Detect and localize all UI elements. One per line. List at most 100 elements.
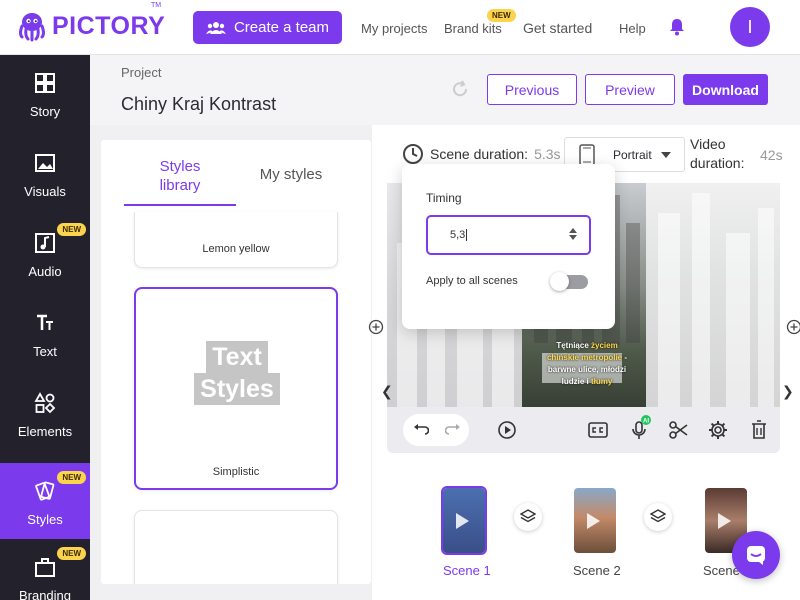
branding-new-badge: NEW (57, 547, 86, 560)
style-card-simplistic[interactable]: Text Styles Simplistic (134, 287, 338, 490)
add-scene-before-icon[interactable] (368, 319, 384, 335)
scene-duration-value: 5.3s (534, 146, 561, 162)
style-card-lemon-yellow[interactable]: Lemon yellow (134, 212, 338, 268)
redo-icon[interactable] (445, 423, 461, 437)
logo-wordmark: PICTORY (52, 11, 166, 40)
team-icon (205, 21, 226, 34)
play-overlay-icon (718, 513, 731, 529)
caption-highlight: tłumy (591, 377, 613, 386)
chat-icon (747, 546, 765, 565)
branding-icon (35, 558, 55, 577)
left-sidebar: Story Visuals NEW Audio Text Elements NE… (0, 55, 90, 600)
add-scene-after-icon[interactable] (786, 319, 800, 335)
visuals-icon (35, 154, 55, 172)
tab-styles-library[interactable]: Styles library (124, 157, 236, 206)
styles-new-badge: NEW (57, 471, 86, 484)
caption-highlight: chińskie metropolie (546, 353, 623, 362)
undo-icon[interactable] (413, 423, 429, 437)
timing-label: Timing (426, 191, 462, 205)
elements-icon (34, 392, 56, 414)
sidebar-label-branding: Branding (18, 588, 72, 600)
download-button[interactable]: Download (683, 74, 768, 105)
create-team-label: Create a team (233, 19, 330, 36)
play-overlay-icon (587, 513, 600, 529)
project-title[interactable]: Chiny Kraj Kontrast (121, 94, 276, 115)
preview-toolbar: AI (387, 407, 780, 453)
nav-my-projects[interactable]: My projects (361, 21, 427, 36)
sidebar-item-story[interactable]: Story (0, 55, 90, 131)
scenes-next-arrow[interactable]: ❯ (782, 383, 794, 400)
portrait-phone-icon (579, 144, 595, 166)
scene-duration[interactable]: Scene duration: 5.3s (402, 143, 561, 165)
style-card-next[interactable] (134, 510, 338, 584)
nav-help[interactable]: Help (619, 21, 646, 36)
apply-all-scenes-toggle[interactable] (550, 272, 588, 291)
chevron-down-icon (661, 152, 671, 158)
scene-thumbnail[interactable] (574, 488, 616, 553)
sidebar-item-branding[interactable]: NEW Branding (0, 539, 90, 600)
top-bar: PICTORY TM Create a team My projects Bra… (0, 0, 800, 55)
previous-button[interactable]: Previous (487, 74, 577, 105)
refresh-icon[interactable] (451, 80, 469, 98)
clock-icon (403, 144, 423, 164)
styles-icon (35, 481, 55, 501)
scene-caption[interactable]: Tętniące życiem chińskie metropolie - ba… (532, 340, 642, 388)
scene-layers-button[interactable] (514, 503, 542, 531)
settings-gear-icon[interactable] (708, 420, 728, 440)
sidebar-item-elements[interactable]: Elements (0, 375, 90, 451)
closed-captions-icon[interactable] (588, 422, 608, 438)
style-card-name: Simplistic (212, 466, 260, 478)
video-duration-value: 42s (760, 147, 783, 163)
spinner-arrows-icon[interactable] (569, 228, 577, 240)
sidebar-label-text: Text (33, 344, 57, 359)
style-sample-line: Styles (194, 373, 280, 405)
story-icon (35, 73, 55, 93)
trash-icon[interactable] (751, 420, 767, 440)
nav-get-started[interactable]: Get started (523, 20, 592, 36)
tab-my-styles[interactable]: My styles (241, 166, 341, 183)
sidebar-label-styles: Styles (27, 512, 63, 527)
timing-input[interactable]: 5,3 (426, 215, 591, 255)
octopus-logo-icon (19, 13, 45, 42)
scissors-icon[interactable] (669, 420, 689, 440)
timing-input-value: 5,3 (450, 229, 466, 241)
ai-voiceover-icon[interactable]: AI (630, 415, 652, 441)
caption-text: - (622, 353, 628, 362)
scene-thumbnail[interactable] (441, 486, 487, 555)
layers-icon (520, 509, 536, 523)
layers-icon (650, 509, 666, 523)
sidebar-label-audio: Audio (28, 264, 62, 279)
brand-kits-new-badge: NEW (487, 9, 516, 22)
play-icon[interactable] (497, 420, 517, 440)
orientation-value: Portrait (613, 148, 652, 162)
pictory-logo[interactable]: PICTORY (16, 10, 165, 42)
style-card-name: Lemon yellow (202, 243, 270, 255)
timing-popover: Timing 5,3 Apply to all scenes (402, 164, 615, 329)
preview-button[interactable]: Preview (585, 74, 675, 105)
svg-text:AI: AI (643, 419, 649, 425)
sidebar-item-text[interactable]: Text (0, 295, 90, 371)
sidebar-item-visuals[interactable]: Visuals (0, 135, 90, 211)
sidebar-item-audio[interactable]: NEW Audio (0, 215, 90, 291)
audio-new-badge: NEW (57, 223, 86, 236)
sidebar-item-styles[interactable]: NEW Styles (0, 463, 90, 539)
caption-text: ludzie i (561, 377, 591, 386)
nav-brand-kits[interactable]: Brand kits (444, 21, 502, 36)
apply-all-scenes-label: Apply to all scenes (426, 275, 518, 287)
project-header: Project Chiny Kraj Kontrast Previous Pre… (90, 55, 800, 125)
video-blur-right (646, 183, 780, 407)
scenes-prev-arrow[interactable]: ❮ (381, 383, 393, 400)
scene-duration-label: Scene duration: (430, 146, 529, 162)
caption-text: barwne ulice, młodzi (547, 365, 627, 374)
toggle-knob (550, 272, 569, 291)
video-duration-label: Video duration: (690, 136, 745, 171)
tab-styles-library-label: Styles library (159, 158, 201, 194)
styles-panel: Styles library My styles Lemon yellow Te… (101, 140, 371, 584)
scene-label[interactable]: Scene 1 (443, 563, 491, 578)
create-team-button[interactable]: Create a team (193, 11, 342, 44)
support-chat-button[interactable] (732, 531, 780, 579)
user-avatar[interactable]: I (730, 7, 770, 47)
scene-label[interactable]: Scene 2 (573, 563, 621, 578)
scene-layers-button[interactable] (644, 503, 672, 531)
bell-icon[interactable] (668, 18, 686, 36)
